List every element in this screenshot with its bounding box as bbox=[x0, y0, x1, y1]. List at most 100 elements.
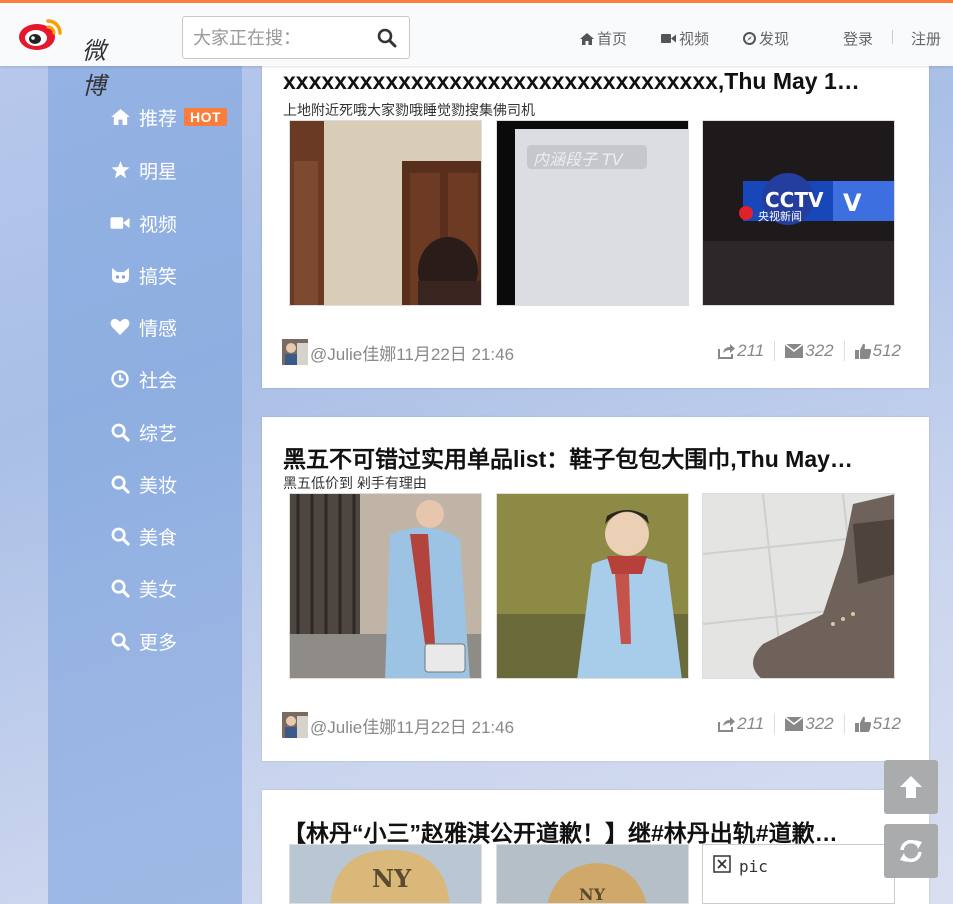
sidebar-item-label: 美食 bbox=[139, 527, 178, 549]
sidebar-item-society[interactable]: 社会 bbox=[110, 366, 177, 392]
svg-text:NY: NY bbox=[372, 864, 412, 893]
nav-discover-label: 发现 bbox=[759, 31, 790, 48]
sidebar-item-food[interactable]: 美食 bbox=[110, 523, 177, 549]
post-author-line: @Julie佳娜 11月22日 21:46 bbox=[282, 712, 514, 738]
post-image[interactable] bbox=[702, 493, 895, 679]
sidebar-item-funny[interactable]: 搞笑 bbox=[110, 262, 177, 288]
nav-video-label: 视频 bbox=[679, 31, 710, 48]
search-box bbox=[182, 16, 410, 59]
post-stats: 211 322 512 bbox=[707, 341, 901, 361]
post-image[interactable] bbox=[289, 493, 482, 679]
weibo-logo[interactable]: 微博 bbox=[18, 13, 122, 100]
svg-text:CCTV: CCTV bbox=[765, 188, 824, 212]
repost-count: 211 bbox=[737, 341, 765, 360]
avatar[interactable] bbox=[282, 339, 308, 365]
comment-count: 322 bbox=[805, 714, 834, 733]
sidebar-item-beauty[interactable]: 美妆 bbox=[110, 471, 177, 497]
post-image[interactable] bbox=[496, 493, 689, 679]
repost-button[interactable]: 211 bbox=[707, 341, 774, 361]
post-author[interactable]: @Julie佳娜 bbox=[310, 713, 396, 738]
post-time: 11月22日 21:46 bbox=[396, 717, 515, 737]
like-button[interactable]: 512 bbox=[843, 714, 901, 734]
star-icon bbox=[110, 160, 130, 180]
nav-discover-link[interactable]: 发现 bbox=[743, 28, 789, 49]
repost-count: 211 bbox=[737, 714, 765, 733]
broken-image-alt: pic bbox=[739, 857, 768, 876]
sidebar-item-emotion[interactable]: 情感 bbox=[110, 314, 177, 340]
video-camera-icon bbox=[110, 213, 130, 233]
home-icon bbox=[110, 107, 130, 127]
sidebar-item-label: 情感 bbox=[139, 318, 178, 340]
sidebar-item-label: 社会 bbox=[139, 370, 178, 392]
sidebar-item-label: 更多 bbox=[139, 632, 178, 654]
sidebar-item-label: 美女 bbox=[139, 579, 178, 601]
sidebar-item-label: 明星 bbox=[139, 161, 178, 183]
search-icon bbox=[110, 578, 130, 598]
nav-divider bbox=[892, 30, 893, 44]
sidebar-item-video[interactable]: 视频 bbox=[110, 210, 177, 236]
sidebar-item-girls[interactable]: 美女 bbox=[110, 575, 177, 601]
heart-icon bbox=[110, 317, 130, 337]
weibo-eye-icon bbox=[19, 19, 62, 50]
nav-home-label: 首页 bbox=[597, 31, 628, 48]
comment-button[interactable]: 322 bbox=[774, 714, 843, 734]
video-camera-icon bbox=[661, 34, 676, 43]
sidebar-item-label: 综艺 bbox=[139, 423, 178, 445]
like-count: 512 bbox=[872, 341, 901, 360]
search-icon bbox=[110, 422, 130, 442]
cat-face-icon bbox=[110, 265, 130, 285]
feed-card: 【林丹“小三”赵雅淇公开道歉！】继#林丹出轨#道歉… NY NY pic bbox=[262, 790, 929, 904]
compass-icon bbox=[743, 32, 756, 45]
sidebar-item-label: 美妆 bbox=[139, 475, 178, 497]
nav-video-link[interactable]: 视频 bbox=[661, 28, 709, 49]
post-image[interactable]: NY bbox=[496, 844, 689, 904]
envelope-icon bbox=[785, 344, 804, 358]
search-input[interactable] bbox=[193, 25, 373, 51]
comment-button[interactable]: 322 bbox=[774, 341, 843, 361]
nav-home-link[interactable]: 首页 bbox=[580, 28, 627, 49]
search-icon[interactable] bbox=[377, 28, 397, 53]
post-subtitle: 上地附近死哦大家勠哦睡觉勠搜集佛司机 bbox=[283, 102, 535, 118]
repost-button[interactable]: 211 bbox=[707, 714, 774, 734]
post-title[interactable]: 黑五不可错过实用单品list：鞋子包包大围巾,Thu May… bbox=[283, 440, 908, 474]
svg-text:央视新闻: 央视新闻 bbox=[758, 209, 802, 223]
broken-image-icon bbox=[713, 855, 731, 873]
post-image[interactable]: NY bbox=[289, 844, 482, 904]
thumbs-up-icon bbox=[854, 343, 871, 359]
category-sidebar: 推荐 HOT 明星 视频 搞笑 情感 社会 综艺 美妆 美食 美女 更多 bbox=[48, 66, 242, 904]
like-button[interactable]: 512 bbox=[843, 341, 901, 361]
thumbs-up-icon bbox=[854, 716, 871, 732]
sidebar-item-label: 推荐 bbox=[139, 108, 178, 130]
broken-image-placeholder[interactable]: pic bbox=[702, 844, 895, 904]
sidebar-item-stars[interactable]: 明星 bbox=[110, 157, 177, 183]
arrow-up-icon bbox=[900, 776, 922, 798]
feed-card: xxxxxxxxxxxxxxxxxxxxxxxxxxxxxxxxxx,Thu M… bbox=[262, 46, 929, 388]
post-author[interactable]: @Julie佳娜 bbox=[310, 340, 396, 365]
home-icon bbox=[580, 32, 594, 45]
post-title[interactable]: 【林丹“小三”赵雅淇公开道歉！】继#林丹出轨#道歉… bbox=[283, 814, 908, 848]
search-icon bbox=[110, 526, 130, 546]
sidebar-item-variety[interactable]: 综艺 bbox=[110, 419, 177, 445]
post-image[interactable]: V CCTV 央视新闻 bbox=[702, 120, 895, 306]
refresh-button[interactable] bbox=[884, 824, 938, 878]
top-navigation-bar: 微博 首页 视频 发现 登录 注册 bbox=[0, 0, 953, 100]
avatar[interactable] bbox=[282, 712, 308, 738]
post-author-line: @Julie佳娜 11月22日 21:46 bbox=[282, 339, 514, 365]
post-subtitle: 黑五低价到 剁手有理由 bbox=[283, 475, 427, 491]
post-image[interactable] bbox=[289, 120, 482, 306]
back-to-top-button[interactable] bbox=[884, 760, 938, 814]
envelope-icon bbox=[785, 717, 804, 731]
post-time: 11月22日 21:46 bbox=[396, 344, 515, 364]
post-title[interactable]: xxxxxxxxxxxxxxxxxxxxxxxxxxxxxxxxxx,Thu M… bbox=[283, 68, 908, 95]
post-image[interactable]: 内涵段子 TV bbox=[496, 120, 689, 306]
search-icon bbox=[110, 631, 130, 651]
register-label: 注册 bbox=[911, 31, 942, 48]
login-link[interactable]: 登录 bbox=[843, 28, 873, 49]
share-icon bbox=[718, 344, 736, 359]
hot-badge: HOT bbox=[184, 108, 228, 126]
register-link[interactable]: 注册 bbox=[911, 28, 941, 49]
sidebar-item-more[interactable]: 更多 bbox=[110, 628, 177, 654]
svg-text:内涵段子 TV: 内涵段子 TV bbox=[533, 150, 624, 169]
refresh-icon bbox=[900, 839, 922, 863]
sidebar-item-recommend[interactable]: 推荐 HOT bbox=[110, 104, 228, 130]
